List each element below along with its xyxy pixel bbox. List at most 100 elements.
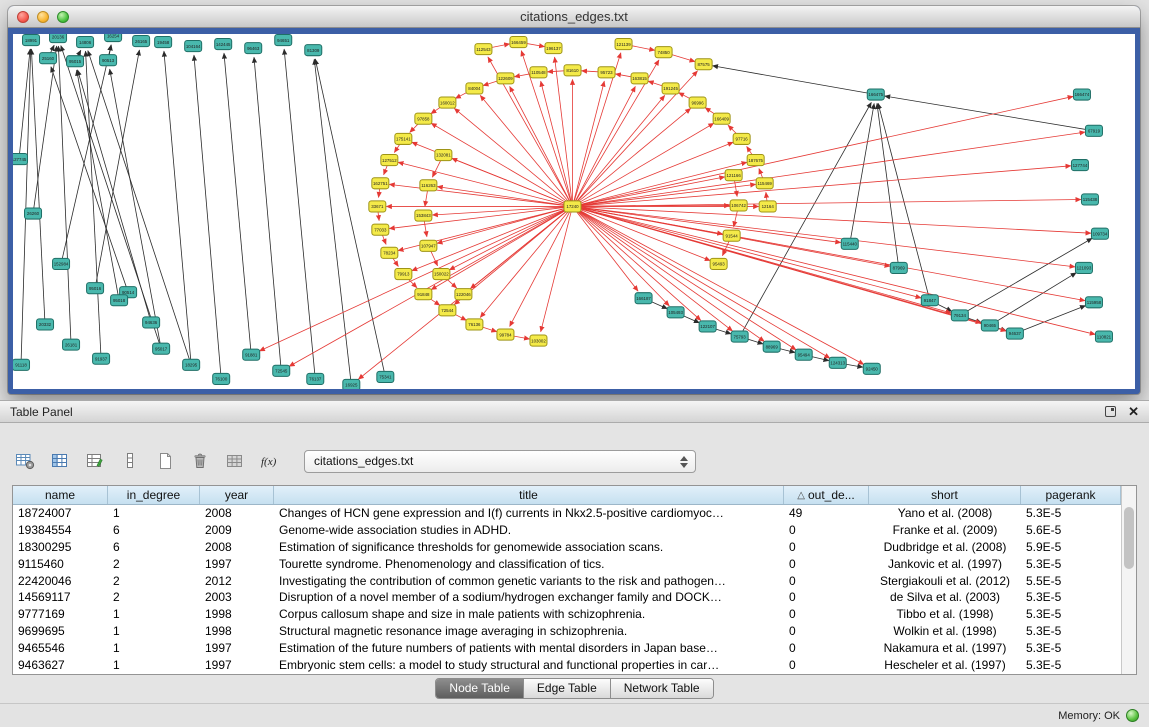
graph-edge[interactable]: [572, 206, 1095, 334]
graph-edge[interactable]: [713, 66, 876, 95]
graph-node[interactable]: 17240: [564, 201, 581, 212]
graph-node[interactable]: 77033: [372, 224, 389, 235]
graph-node[interactable]: 78234: [381, 247, 398, 258]
graph-node[interactable]: 12164: [759, 201, 776, 212]
graph-node[interactable]: 18295: [183, 359, 200, 370]
graph-node[interactable]: 127512: [381, 155, 398, 166]
graph-edge[interactable]: [58, 46, 71, 345]
graph-node[interactable]: 109734: [1091, 228, 1108, 239]
graph-node[interactable]: 91937: [93, 353, 110, 364]
graph-edge[interactable]: [61, 45, 111, 264]
graph-node[interactable]: 162751: [372, 178, 389, 189]
graph-node[interactable]: 18991: [23, 35, 40, 46]
graph-node[interactable]: 110821: [1095, 331, 1112, 342]
graph-node[interactable]: 152984: [53, 258, 70, 269]
graph-node[interactable]: 95018: [111, 295, 128, 306]
tab-node-table[interactable]: Node Table: [436, 679, 524, 698]
graph-node[interactable]: 166474: [1073, 89, 1090, 100]
row-tools-icon[interactable]: [117, 449, 143, 473]
graph-node[interactable]: 95494: [795, 349, 812, 360]
graph-node[interactable]: 106742: [730, 200, 747, 211]
graph-node[interactable]: 81309: [305, 45, 322, 56]
graph-node[interactable]: 90513: [100, 55, 117, 66]
graph-edge[interactable]: [224, 53, 251, 355]
graph-node[interactable]: 95493: [710, 258, 727, 269]
graph-node[interactable]: 79134: [951, 310, 968, 321]
graph-node[interactable]: 160012: [439, 97, 456, 108]
graph-edge[interactable]: [88, 51, 191, 365]
graph-node[interactable]: 163815: [631, 73, 648, 84]
minimize-window-button[interactable]: [37, 11, 49, 23]
graph-node[interactable]: 14806: [77, 37, 94, 48]
graph-node[interactable]: 153843: [415, 210, 432, 221]
graph-edge[interactable]: [194, 55, 221, 379]
show-columns-icon[interactable]: [47, 449, 73, 473]
graph-edge[interactable]: [431, 206, 572, 289]
graph-node[interactable]: 96463: [245, 43, 262, 54]
graph-edge[interactable]: [850, 103, 874, 243]
graph-edge[interactable]: [510, 86, 573, 206]
graph-edge[interactable]: [572, 206, 764, 341]
table-row[interactable]: 946554611997Estimation of the future num…: [13, 639, 1121, 656]
graph-edge[interactable]: [432, 206, 572, 215]
graph-node[interactable]: 122609: [497, 73, 514, 84]
graph-node[interactable]: 166409: [713, 113, 730, 124]
graph-edge[interactable]: [431, 123, 572, 206]
graph-node[interactable]: 122046: [455, 289, 472, 300]
graph-edge[interactable]: [164, 51, 191, 365]
window-titlebar[interactable]: citations_edges.txt: [8, 6, 1140, 28]
graph-node[interactable]: 175141: [395, 133, 412, 144]
table-scrollbar[interactable]: [1121, 486, 1136, 674]
graph-node[interactable]: 26165: [133, 36, 150, 47]
graph-node[interactable]: 115438: [1081, 194, 1098, 205]
graph-node[interactable]: 16925: [343, 379, 360, 389]
float-panel-icon[interactable]: [1105, 406, 1116, 417]
graph-node[interactable]: 87575: [695, 59, 712, 70]
graph-node[interactable]: 91118: [13, 359, 30, 370]
graph-node[interactable]: 122107: [699, 321, 716, 332]
graph-edge[interactable]: [31, 49, 45, 324]
graph-node[interactable]: 76137: [307, 373, 324, 384]
graph-node[interactable]: 91847: [921, 295, 938, 306]
graph-node[interactable]: 96996: [689, 97, 706, 108]
table-row[interactable]: 1938455462009Genome-wide association stu…: [13, 522, 1121, 539]
graph-node[interactable]: 97716: [733, 133, 750, 144]
graph-edge[interactable]: [259, 206, 572, 351]
graph-node[interactable]: 110548: [530, 67, 547, 78]
graph-node[interactable]: 84004: [466, 83, 483, 94]
tab-network-table[interactable]: Network Table: [611, 679, 713, 698]
graph-node[interactable]: 95015: [67, 56, 84, 67]
column-header-year[interactable]: year: [200, 486, 274, 504]
column-header-pagerank[interactable]: pagerank: [1021, 486, 1121, 504]
graph-edge[interactable]: [110, 69, 161, 349]
scrollbar-thumb[interactable]: [1124, 507, 1134, 569]
graph-node[interactable]: 94636: [143, 317, 160, 328]
network-canvas[interactable]: 17240 12164 115469 187675 97716 166409 9…: [13, 34, 1135, 389]
graph-edge[interactable]: [572, 206, 921, 297]
close-panel-icon[interactable]: ✕: [1128, 405, 1139, 418]
graph-node[interactable]: 20136: [50, 34, 67, 43]
graph-node[interactable]: 76136: [466, 319, 483, 330]
graph-node[interactable]: 19458: [155, 37, 172, 48]
graph-edge[interactable]: [21, 49, 31, 365]
graph-edge[interactable]: [315, 59, 385, 377]
graph-node[interactable]: 33671: [369, 201, 386, 212]
graph-node[interactable]: 105493: [667, 307, 684, 318]
graph-node[interactable]: 81610: [564, 65, 581, 76]
graph-node[interactable]: 92450: [863, 363, 880, 374]
graph-node[interactable]: 94651: [275, 35, 292, 46]
graph-edge[interactable]: [572, 96, 1073, 206]
table-row[interactable]: 1456911722003Disruption of a novel membe…: [13, 589, 1121, 606]
graph-node[interactable]: 187675: [747, 155, 764, 166]
graph-edge[interactable]: [314, 59, 351, 385]
graph-edge[interactable]: [19, 49, 30, 159]
graph-node[interactable]: 166187: [635, 293, 652, 304]
graph-edge[interactable]: [572, 86, 635, 206]
graph-node[interactable]: 97858: [415, 113, 432, 124]
table-row[interactable]: 1830029562008Estimation of significance …: [13, 539, 1121, 556]
column-header-in_degree[interactable]: in_degree: [108, 486, 200, 504]
graph-edge[interactable]: [572, 206, 829, 358]
table-settings-icon[interactable]: [12, 449, 38, 473]
column-header-title[interactable]: title: [274, 486, 784, 504]
graph-node[interactable]: 104164: [185, 41, 202, 52]
